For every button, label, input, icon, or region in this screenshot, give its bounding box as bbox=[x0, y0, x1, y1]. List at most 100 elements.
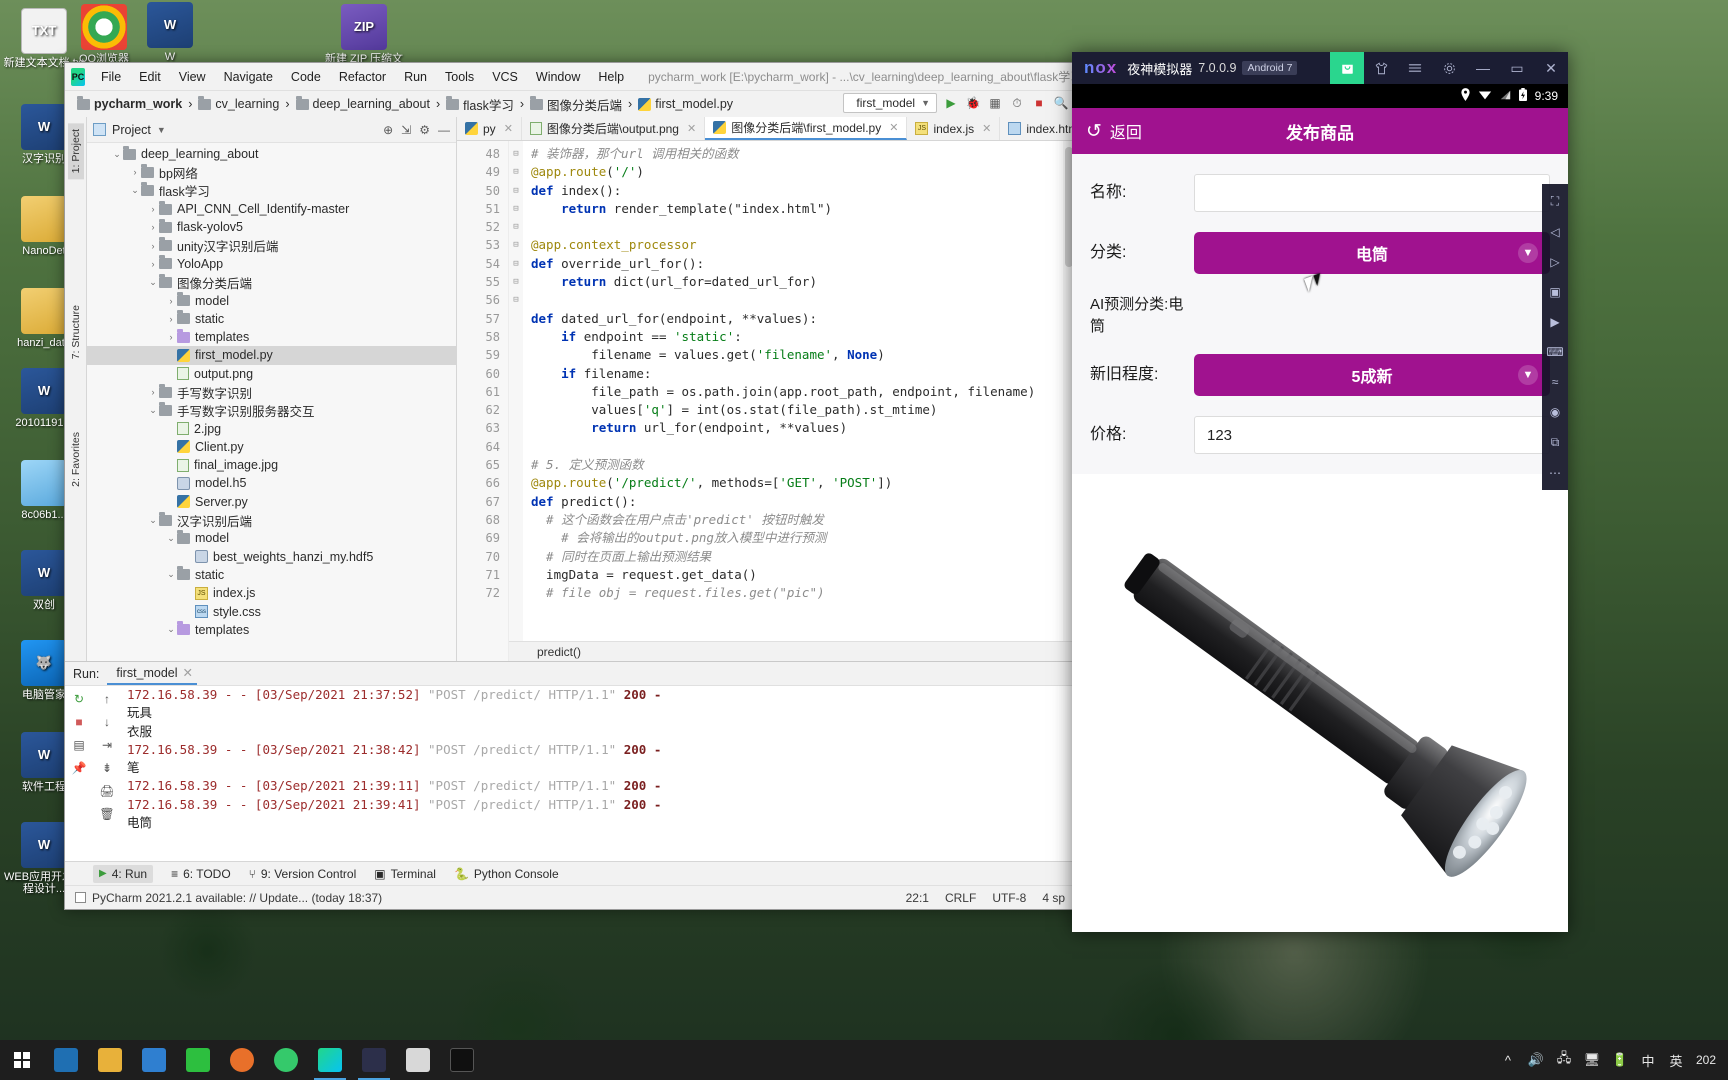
tree-node[interactable]: 2.jpg bbox=[87, 419, 456, 437]
chevron-right-icon[interactable]: › bbox=[165, 296, 177, 306]
file-encoding[interactable]: UTF-8 bbox=[992, 891, 1026, 905]
volume-up-icon[interactable]: ◁ bbox=[1550, 225, 1559, 239]
desktop-icon-word[interactable]: W W bbox=[128, 2, 212, 63]
fold-marker[interactable]: ⊟ bbox=[509, 255, 523, 273]
pycharm-window[interactable]: PC File Edit View Navigate Code Refactor… bbox=[64, 62, 1076, 910]
gear-icon[interactable] bbox=[1432, 52, 1466, 84]
network-icon[interactable]: 🖧 bbox=[1556, 1050, 1572, 1068]
soft-wrap-icon[interactable]: ⇥ bbox=[102, 738, 112, 752]
stop-icon[interactable]: ■ bbox=[75, 715, 82, 729]
chevron-right-icon[interactable]: › bbox=[147, 241, 159, 251]
menu-icon[interactable] bbox=[1398, 52, 1432, 84]
fold-marker[interactable]: ⊟ bbox=[509, 291, 523, 309]
chevron-down-icon[interactable]: ⌄ bbox=[165, 624, 177, 635]
taskbar-pycharm[interactable] bbox=[308, 1040, 352, 1080]
source-code[interactable]: # 装饰器，那个url 调用相关的函数 @app.route('/') def in… bbox=[523, 141, 1075, 661]
fold-marker[interactable]: ⊟ bbox=[509, 163, 523, 181]
console-icon[interactable]: ▤ bbox=[73, 738, 84, 752]
minimize-icon[interactable]: — bbox=[1466, 52, 1500, 84]
taskbar-nox[interactable] bbox=[352, 1040, 396, 1080]
tree-node[interactable]: model.h5 bbox=[87, 474, 456, 492]
windows-taskbar[interactable]: ^ 🔊 🖧 🖥 🔋 中 英 202 bbox=[0, 1040, 1728, 1080]
editor-tab[interactable]: 图像分类后端\first_model.py ✕ bbox=[705, 117, 908, 140]
close-icon[interactable]: ✕ bbox=[1534, 52, 1568, 84]
tree-node[interactable]: JS index.js bbox=[87, 584, 456, 602]
nox-side-toolbar[interactable]: ⛶ ◁ ▷ ▣ ▶ ⌨ ≈ ◉ ⧉ ⋯ bbox=[1542, 184, 1568, 490]
chevron-down-icon[interactable]: ⌄ bbox=[147, 405, 159, 416]
chevron-right-icon[interactable]: › bbox=[129, 167, 141, 177]
search-everywhere-icon[interactable]: 🔍 bbox=[1053, 95, 1069, 111]
tree-node[interactable]: Server.py bbox=[87, 493, 456, 511]
rerun-icon[interactable]: ↻ bbox=[74, 692, 84, 706]
menu-tools[interactable]: Tools bbox=[437, 67, 482, 87]
start-button[interactable] bbox=[0, 1040, 44, 1080]
name-input[interactable] bbox=[1194, 174, 1550, 212]
menu-view[interactable]: View bbox=[171, 67, 214, 87]
tree-node[interactable]: › 手写数字识别 bbox=[87, 383, 456, 401]
fold-marker[interactable]: ⊟ bbox=[509, 200, 523, 218]
tool-window-terminal[interactable]: ▣ Terminal bbox=[374, 867, 436, 881]
back-button[interactable]: ↺ 返回 bbox=[1072, 119, 1142, 143]
store-icon[interactable] bbox=[1330, 52, 1364, 84]
code-folding-gutter[interactable]: ⊟ ⊟ ⊟ ⊟ ⊟ ⊟ ⊟ ⊟ ⊟ bbox=[509, 141, 523, 661]
tree-node[interactable]: › flask-yolov5 bbox=[87, 218, 456, 236]
breadcrumb[interactable]: pycharm_work › cv_learning › deep_learni… bbox=[65, 91, 1075, 117]
chevron-down-icon[interactable]: ⌄ bbox=[165, 569, 177, 580]
run-tool-window[interactable]: Run: first_model ✕ ↻ ■ ▤ 📌 ↑ ↓ ⇥ ⇟ 🖨 🗑 1… bbox=[65, 661, 1075, 861]
more-icon[interactable]: ⋯ bbox=[1549, 466, 1561, 480]
tree-node[interactable]: › model bbox=[87, 291, 456, 309]
volume-down-icon[interactable]: ▷ bbox=[1550, 255, 1559, 269]
editor-tabs[interactable]: py ✕ 图像分类后端\output.png ✕ 图像分类后端\first_model.… bbox=[457, 117, 1075, 141]
chevron-down-icon[interactable]: ⌄ bbox=[165, 533, 177, 544]
editor-tab[interactable]: py ✕ bbox=[457, 117, 522, 140]
menu-vcs[interactable]: VCS bbox=[484, 67, 526, 87]
project-file-tree[interactable]: ⌄ deep_learning_about › bp网络 ⌄ flask学习 › API_CN… bbox=[87, 143, 456, 661]
tree-node[interactable]: ⌄ static bbox=[87, 566, 456, 584]
taskbar-wechat[interactable] bbox=[176, 1040, 220, 1080]
tree-node[interactable]: ⌄ 图像分类后端 bbox=[87, 273, 456, 291]
pycharm-menubar[interactable]: PC File Edit View Navigate Code Refactor… bbox=[65, 63, 1075, 91]
run-tab[interactable]: first_model ✕ bbox=[107, 662, 198, 685]
chevron-right-icon[interactable]: › bbox=[165, 314, 177, 324]
chevron-right-icon[interactable]: › bbox=[147, 222, 159, 232]
video-icon[interactable]: ▶ bbox=[1550, 315, 1559, 329]
editor-tab[interactable]: JS index.js ✕ bbox=[907, 117, 1001, 140]
scroll-to-end-icon[interactable]: ⇟ bbox=[102, 761, 112, 775]
project-tool-window[interactable]: Project ▼ ⊕ ⇲ ⚙ — ⌄ deep_learning_about › b… bbox=[87, 117, 457, 661]
keyboard-icon[interactable]: ⌨ bbox=[1546, 345, 1563, 359]
up-icon[interactable]: ↑ bbox=[104, 692, 110, 706]
menu-navigate[interactable]: Navigate bbox=[216, 67, 281, 87]
tree-node[interactable]: ⌄ flask学习 bbox=[87, 182, 456, 200]
trash-icon[interactable]: 🗑 bbox=[99, 807, 114, 821]
coverage-button[interactable]: ▦ bbox=[987, 95, 1003, 111]
editor-tab[interactable]: index.html✕ bbox=[1000, 117, 1075, 140]
tool-window-bar[interactable]: ▶ 4: Run ≡ 6: TODO ⑂ 9: Version Control … bbox=[65, 861, 1075, 885]
profile-button[interactable]: ⏱ bbox=[1009, 95, 1025, 111]
ime-en-icon[interactable]: 英 bbox=[1668, 1052, 1684, 1069]
pin-icon[interactable]: 📌 bbox=[72, 761, 87, 775]
price-input[interactable]: 123 bbox=[1194, 416, 1550, 454]
tree-node[interactable]: ⌄ templates bbox=[87, 621, 456, 639]
status-bar[interactable]: PyCharm 2021.2.1 available: // Update...… bbox=[65, 885, 1075, 909]
close-icon[interactable]: ✕ bbox=[183, 665, 193, 680]
tray-date[interactable]: 202 bbox=[1696, 1053, 1716, 1067]
breadcrumb-item-4[interactable]: 图像分类后端 bbox=[526, 94, 626, 115]
tree-node[interactable]: › YoloApp bbox=[87, 255, 456, 273]
breadcrumb-item-1[interactable]: cv_learning bbox=[194, 95, 283, 112]
category-select[interactable]: 电筒 ▼ bbox=[1194, 232, 1550, 274]
screenshot-icon[interactable]: ▣ bbox=[1549, 285, 1560, 299]
chevron-down-icon[interactable]: ⌄ bbox=[129, 185, 141, 196]
nox-titlebar[interactable]: nox 夜神模拟器 7.0.0.9 Android 7 — ▭ ✕ bbox=[1072, 52, 1568, 84]
breadcrumb-item-0[interactable]: pycharm_work bbox=[73, 95, 186, 112]
menu-window[interactable]: Window bbox=[528, 67, 588, 87]
fold-marker[interactable]: ⊟ bbox=[509, 236, 523, 254]
shake-icon[interactable]: ≈ bbox=[1552, 375, 1559, 389]
print-icon[interactable]: 🖨 bbox=[99, 784, 114, 798]
tree-node[interactable]: › static bbox=[87, 310, 456, 328]
nox-window-controls[interactable]: — ▭ ✕ bbox=[1330, 52, 1568, 84]
menu-edit[interactable]: Edit bbox=[131, 67, 169, 87]
close-tab-icon[interactable]: ✕ bbox=[889, 121, 898, 134]
tool-window-version-control[interactable]: ⑂ 9: Version Control bbox=[249, 867, 357, 881]
tree-node[interactable]: css style.css bbox=[87, 602, 456, 620]
chevron-down-icon[interactable]: ⌄ bbox=[111, 149, 123, 160]
